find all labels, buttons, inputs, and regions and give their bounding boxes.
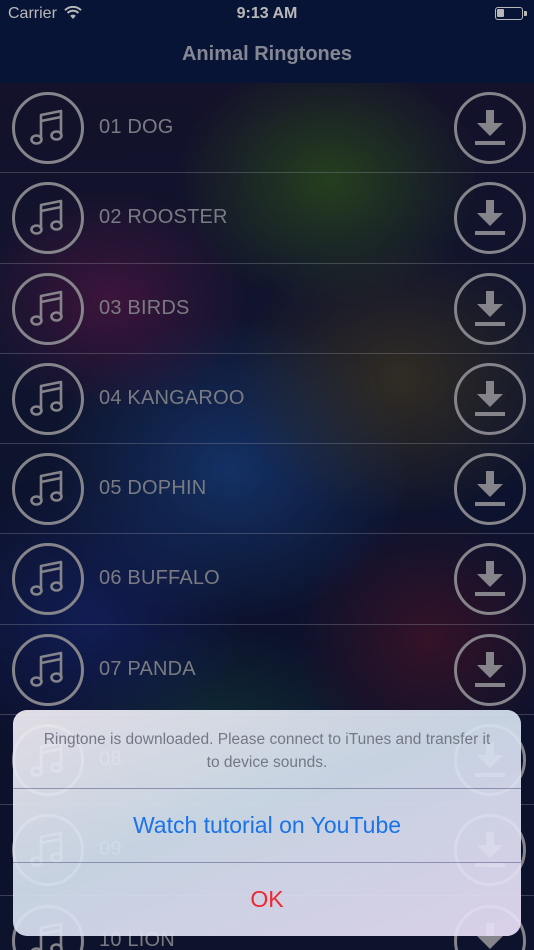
alert-message: Ringtone is downloaded. Please connect t… — [43, 731, 491, 771]
ok-button[interactable]: OK — [13, 863, 521, 936]
watch-tutorial-button[interactable]: Watch tutorial on YouTube — [13, 789, 521, 861]
download-alert: Ringtone is downloaded. Please connect t… — [13, 710, 521, 936]
